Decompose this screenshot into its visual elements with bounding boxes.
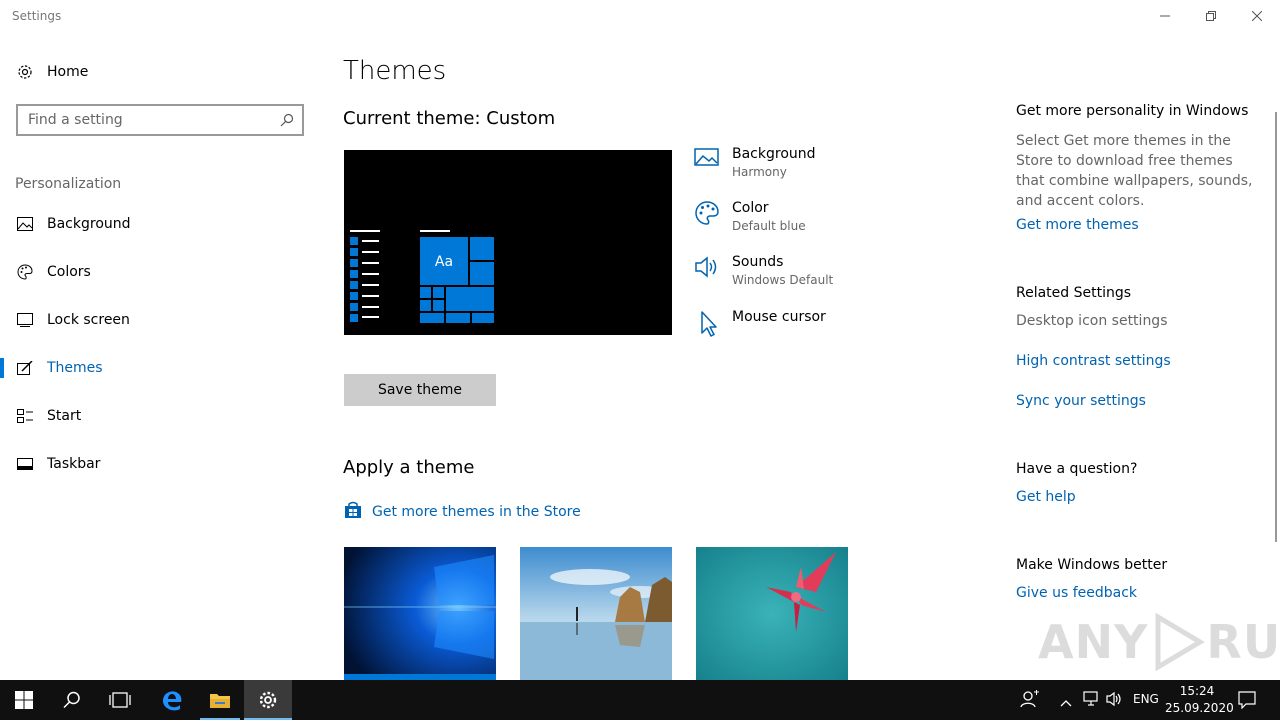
sidebar-item-label: Themes	[47, 360, 103, 376]
search-box[interactable]	[16, 104, 304, 136]
setting-subtitle: Windows Default	[732, 273, 834, 287]
minimize-icon	[1160, 15, 1170, 17]
cursor-icon	[694, 309, 722, 337]
edge-icon	[163, 691, 182, 711]
clock-date: 25.09.2020	[1165, 701, 1234, 715]
close-button[interactable]	[1234, 0, 1280, 32]
sync-settings-link[interactable]: Sync your settings	[1016, 393, 1146, 409]
high-contrast-link[interactable]: High contrast settings	[1016, 353, 1171, 369]
windows-logo-icon	[15, 691, 33, 709]
sidebar-item-lock-screen[interactable]: Lock screen	[0, 300, 320, 340]
store-link[interactable]: Get more themes in the Store	[344, 501, 581, 523]
watermark-text-right: RUN	[1206, 615, 1280, 669]
store-link-label[interactable]: Get more themes in the Store	[372, 504, 581, 520]
scrollbar[interactable]	[1275, 112, 1277, 542]
get-more-themes-link[interactable]: Get more themes	[1016, 217, 1139, 233]
theme-thumbnail-flower[interactable]	[696, 547, 848, 680]
palette-icon	[694, 200, 722, 228]
setting-background[interactable]: Background Harmony	[694, 146, 954, 192]
question-heading: Have a question?	[1016, 461, 1138, 477]
minimize-button[interactable]	[1142, 0, 1188, 32]
personality-text: Select Get more themes in the Store to d…	[1016, 133, 1253, 209]
themes-icon	[16, 359, 34, 377]
network-icon[interactable]	[1083, 691, 1101, 711]
related-settings-heading: Related Settings	[1016, 285, 1132, 301]
sidebar-item-themes[interactable]: Themes	[0, 348, 320, 388]
taskbar-icon	[16, 455, 34, 473]
clock[interactable]: 15:24 25.09.2020	[1165, 683, 1234, 717]
palette-icon	[16, 263, 34, 281]
apply-theme-heading: Apply a theme	[343, 457, 475, 478]
gear-icon	[16, 63, 34, 81]
watermark: ANY RUN	[1038, 612, 1280, 672]
folder-icon	[210, 694, 230, 708]
clock-time: 15:24	[1179, 684, 1215, 698]
save-theme-button[interactable]: Save theme	[344, 374, 496, 406]
sidebar-item-label: Colors	[47, 264, 91, 280]
theme-preview: Aa	[344, 150, 672, 335]
preview-tile-text: Aa	[434, 254, 454, 270]
setting-title: Mouse cursor	[732, 309, 826, 325]
setting-sounds[interactable]: Sounds Windows Default	[694, 254, 954, 300]
restore-button[interactable]	[1188, 0, 1234, 32]
lock-screen-icon	[16, 311, 34, 329]
sidebar-item-label: Lock screen	[47, 312, 130, 328]
setting-title: Sounds	[732, 254, 784, 270]
language-indicator[interactable]: ENG	[1133, 692, 1159, 706]
desktop-icon-settings: Desktop icon settings	[1016, 313, 1168, 329]
speaker-icon	[694, 254, 722, 282]
windows-better-heading: Make Windows better	[1016, 557, 1168, 573]
theme-thumbnail-beach[interactable]	[520, 547, 672, 680]
watermark-text-left: ANY	[1038, 615, 1149, 669]
section-title: Personalization	[15, 176, 122, 192]
sidebar-item-colors[interactable]: Colors	[0, 252, 320, 292]
current-theme-label: Current theme: Custom	[343, 108, 556, 129]
feedback-link[interactable]: Give us feedback	[1016, 585, 1137, 601]
sidebar-item-label: Background	[47, 216, 131, 232]
setting-mouse-cursor[interactable]: Mouse cursor	[694, 309, 954, 355]
setting-title: Color	[732, 200, 769, 216]
sidebar-item-background[interactable]: Background	[0, 204, 320, 244]
get-help-link[interactable]: Get help	[1016, 489, 1076, 505]
task-view-button[interactable]	[96, 680, 144, 720]
action-center-icon[interactable]	[1238, 691, 1256, 713]
home-nav-item[interactable]: Home	[0, 52, 320, 92]
people-icon[interactable]	[1020, 690, 1040, 712]
start-button[interactable]	[0, 680, 48, 720]
sidebar-item-label: Taskbar	[47, 456, 101, 472]
volume-icon[interactable]	[1106, 691, 1124, 711]
gear-icon	[259, 691, 277, 709]
restore-icon	[1206, 11, 1216, 21]
setting-subtitle: Harmony	[732, 165, 787, 179]
personality-heading: Get more personality in Windows	[1016, 103, 1249, 119]
task-view-icon	[109, 692, 131, 708]
sidebar-item-label: Start	[47, 408, 82, 424]
search-icon	[63, 691, 80, 709]
search-input[interactable]	[18, 106, 268, 134]
search-icon[interactable]	[280, 112, 294, 131]
setting-title: Background	[732, 146, 816, 162]
start-menu-preview	[350, 230, 494, 323]
theme-thumbnail-windows[interactable]	[344, 547, 496, 680]
settings-taskbar-button[interactable]	[244, 680, 292, 720]
search-taskbar-button[interactable]	[48, 680, 96, 720]
store-icon	[344, 501, 362, 523]
picture-icon	[16, 215, 34, 233]
play-icon	[1155, 613, 1206, 671]
chevron-up-icon[interactable]	[1060, 693, 1072, 712]
sidebar-item-start[interactable]: Start	[0, 396, 320, 436]
close-icon	[1252, 11, 1262, 21]
start-icon	[16, 407, 34, 425]
setting-subtitle: Default blue	[732, 219, 806, 233]
sidebar-item-taskbar[interactable]: Taskbar	[0, 444, 320, 484]
picture-icon	[694, 146, 722, 174]
edge-button[interactable]	[148, 680, 196, 720]
window-title: Settings	[12, 9, 62, 23]
page-title: Themes	[343, 56, 447, 86]
home-label: Home	[47, 64, 89, 80]
setting-color[interactable]: Color Default blue	[694, 200, 954, 246]
file-explorer-button[interactable]	[196, 680, 244, 720]
